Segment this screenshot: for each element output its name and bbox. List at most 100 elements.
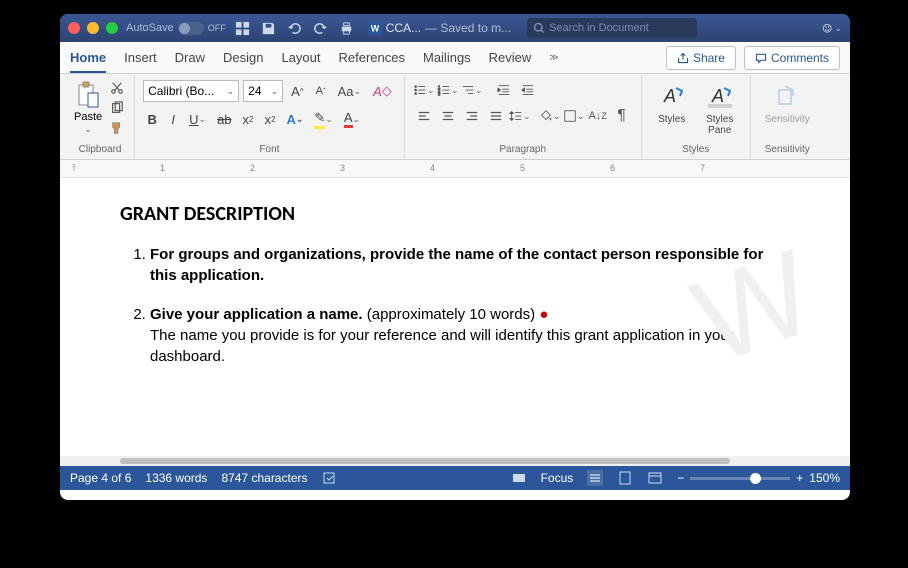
styles-pane-icon: A <box>704 82 736 112</box>
font-color-icon[interactable]: A⌄ <box>340 108 364 130</box>
minimize-icon[interactable] <box>87 22 99 34</box>
q2-desc: The name you provide is for your referen… <box>150 327 734 365</box>
subscript-button[interactable]: x2 <box>239 108 258 130</box>
home-icon[interactable] <box>234 19 252 37</box>
redo-icon[interactable] <box>312 19 330 37</box>
focus-icon[interactable] <box>511 470 527 486</box>
zoom-value[interactable]: 150% <box>809 471 840 485</box>
more-tabs-icon[interactable]: ≫ <box>549 52 558 63</box>
autosave-label: AutoSave <box>126 22 174 34</box>
tab-mailings[interactable]: Mailings <box>423 44 471 71</box>
maximize-icon[interactable] <box>106 22 118 34</box>
clear-format-icon[interactable]: A◇ <box>369 80 396 102</box>
styles-icon: A <box>656 82 688 112</box>
read-mode-icon[interactable] <box>587 470 603 486</box>
strike-button[interactable]: ab <box>213 108 235 130</box>
ribbon: Paste ⌄ Clipboard Calibri (Bo...⌄ 24⌄ A^… <box>60 74 850 160</box>
search-input[interactable]: Search in Document <box>527 18 697 38</box>
sort-icon[interactable]: A↓Z <box>587 106 609 126</box>
cut-icon[interactable] <box>108 80 126 96</box>
comments-label: Comments <box>771 51 829 65</box>
share-button[interactable]: Share <box>666 46 736 70</box>
comment-icon <box>755 52 767 64</box>
line-spacing-icon[interactable]: ⌄ <box>509 106 531 126</box>
multilevel-icon[interactable]: ⌄ <box>461 80 483 100</box>
q2-bold: Give your application a name. <box>150 306 363 323</box>
tab-home[interactable]: Home <box>70 44 106 73</box>
group-styles: A Styles A Styles Pane Styles <box>642 76 751 159</box>
underline-button[interactable]: U⌄ <box>185 108 210 130</box>
group-font: Calibri (Bo...⌄ 24⌄ A^ Aˇ Aa⌄ A◇ B I U⌄ … <box>135 76 405 159</box>
highlight-icon[interactable]: ✎⌄ <box>310 108 336 130</box>
italic-button[interactable]: I <box>164 108 182 130</box>
comments-button[interactable]: Comments <box>744 46 840 70</box>
bullets-icon[interactable]: ⌄ <box>413 80 435 100</box>
web-layout-icon[interactable] <box>647 470 663 486</box>
pilcrow-icon[interactable]: ¶ <box>611 106 633 126</box>
close-icon[interactable] <box>68 22 80 34</box>
shading-icon[interactable]: ⌄ <box>539 106 561 126</box>
clipboard-label: Clipboard <box>74 144 126 157</box>
superscript-button[interactable]: x2 <box>261 108 280 130</box>
doc-saved: — Saved to m... <box>425 21 511 35</box>
styles-pane-button[interactable]: A Styles Pane <box>698 80 742 138</box>
indent-left-icon[interactable] <box>493 80 515 100</box>
format-painter-icon[interactable] <box>108 120 126 136</box>
document-area[interactable]: W GRANT DESCRIPTION For groups and organ… <box>60 178 850 456</box>
grow-font-icon[interactable]: A^ <box>287 80 307 102</box>
char-count[interactable]: 8747 characters <box>221 471 307 485</box>
numbering-icon[interactable]: 123⌄ <box>437 80 459 100</box>
ribbon-tabs: Home Insert Draw Design Layout Reference… <box>60 42 850 74</box>
paste-button[interactable]: Paste ⌄ <box>74 80 102 135</box>
change-case-icon[interactable]: Aa⌄ <box>334 80 365 102</box>
word-count[interactable]: 1336 words <box>145 471 207 485</box>
styles-button[interactable]: A Styles <box>650 80 694 127</box>
tab-review[interactable]: Review <box>489 44 532 71</box>
copy-icon[interactable] <box>108 100 126 116</box>
print-layout-icon[interactable] <box>617 470 633 486</box>
svg-text:A: A <box>663 86 676 106</box>
word-window: AutoSave OFF W CCA... — Saved to m... Se… <box>60 14 850 500</box>
tab-design[interactable]: Design <box>223 44 263 71</box>
tab-layout[interactable]: Layout <box>281 44 320 71</box>
font-size-select[interactable]: 24⌄ <box>243 80 283 102</box>
indent-right-icon[interactable] <box>517 80 539 100</box>
focus-label[interactable]: Focus <box>541 471 574 485</box>
font-name-value: Calibri (Bo... <box>148 84 214 98</box>
word-icon: W <box>368 21 382 35</box>
tab-references[interactable]: References <box>339 44 405 71</box>
autosave-toggle[interactable]: AutoSave OFF <box>126 22 226 35</box>
bold-button[interactable]: B <box>143 108 161 130</box>
shrink-font-icon[interactable]: Aˇ <box>312 80 330 102</box>
required-icon: ● <box>539 306 548 323</box>
align-center-icon[interactable] <box>437 106 459 126</box>
spellcheck-icon[interactable] <box>322 470 338 486</box>
tab-insert[interactable]: Insert <box>124 44 157 71</box>
paragraph-label: Paragraph <box>413 144 633 157</box>
justify-icon[interactable] <box>485 106 507 126</box>
feedback-icon[interactable]: ⌄ <box>822 18 842 38</box>
zoom-controls: − + 150% <box>677 471 840 485</box>
save-icon[interactable] <box>260 19 278 37</box>
zoom-out-button[interactable]: − <box>677 471 684 485</box>
sensitivity-icon <box>771 82 803 112</box>
text-effects-icon[interactable]: A⌄ <box>282 108 307 130</box>
tab-draw[interactable]: Draw <box>175 44 205 71</box>
search-placeholder: Search in Document <box>549 22 649 34</box>
page-indicator[interactable]: Page 4 of 6 <box>70 471 131 485</box>
zoom-in-button[interactable]: + <box>796 471 803 485</box>
undo-icon[interactable] <box>286 19 304 37</box>
align-right-icon[interactable] <box>461 106 483 126</box>
sensitivity-button[interactable]: Sensitivity <box>759 80 816 127</box>
styles-btn-label: Styles <box>658 114 685 125</box>
zoom-slider[interactable] <box>690 477 790 480</box>
font-name-select[interactable]: Calibri (Bo...⌄ <box>143 80 239 102</box>
print-icon[interactable] <box>338 19 356 37</box>
styles-pane-label: Styles Pane <box>706 114 733 136</box>
align-left-icon[interactable] <box>413 106 435 126</box>
ruler[interactable]: ⤒ 1 2 3 4 5 6 7 <box>60 160 850 178</box>
borders-icon[interactable]: ⌄ <box>563 106 585 126</box>
toggle-icon <box>178 22 204 35</box>
horizontal-scrollbar[interactable] <box>60 456 850 466</box>
styles-group-label: Styles <box>650 144 742 157</box>
